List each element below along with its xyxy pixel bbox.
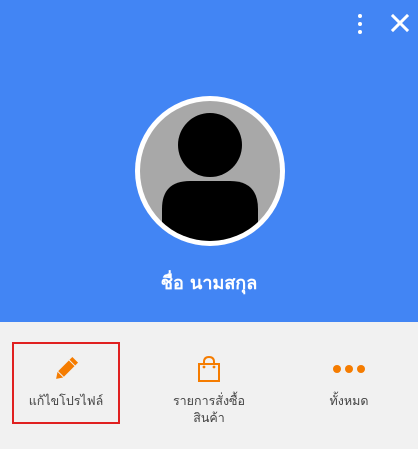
more-horizontal-icon <box>297 352 401 386</box>
edit-profile-button[interactable]: แก้ไขโปรไฟล์ <box>12 342 120 424</box>
user-silhouette-icon <box>140 101 280 241</box>
all-label: ทั้งหมด <box>329 393 369 408</box>
shopping-bag-icon <box>157 352 261 386</box>
profile-header: ชื่อ นามสกุล <box>0 0 418 322</box>
close-icon[interactable] <box>388 11 412 35</box>
orders-label: รายการสั่งซื้อสินค้า <box>172 393 246 425</box>
edit-profile-label: แก้ไขโปรไฟล์ <box>28 393 104 408</box>
user-name: ชื่อ นามสกุล <box>160 273 258 294</box>
pencil-icon <box>14 352 118 386</box>
more-vertical-icon[interactable] <box>349 10 371 38</box>
all-button[interactable]: ทั้งหมด <box>297 344 401 422</box>
quick-actions: แก้ไขโปรไฟล์ รายการสั่งซื้อสินค้า ทั้งหม… <box>0 322 418 449</box>
orders-button[interactable]: รายการสั่งซื้อสินค้า <box>157 344 261 425</box>
avatar <box>135 96 285 246</box>
